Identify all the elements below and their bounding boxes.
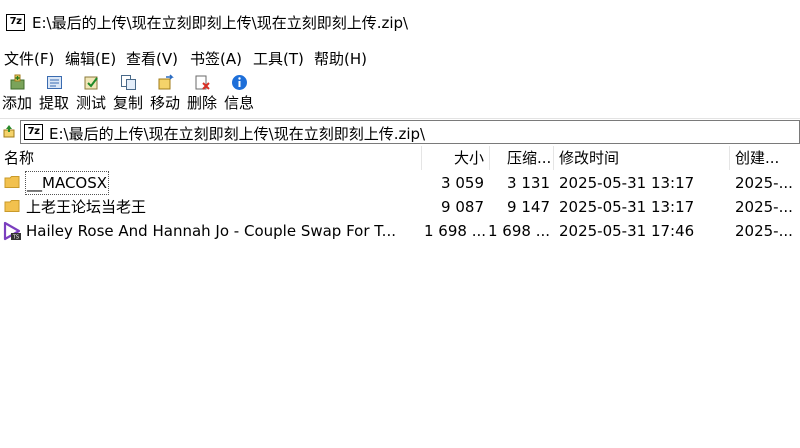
folder-icon [4,176,20,188]
list-header: 名称 大小 压缩... 修改时间 创建... [0,146,800,170]
row-size: 9 087 [441,198,484,216]
row-created: 2025-... [735,198,793,216]
menu-file[interactable]: 文件(F) [4,48,54,69]
file-list: 名称 大小 压缩... 修改时间 创建... __MACOSX 3 059 3 … [0,146,800,448]
copy-label: 复制 [112,94,143,112]
menu-view[interactable]: 查看(V) [126,48,178,69]
column-header-name[interactable]: 名称 [4,146,416,170]
window-title: E:\最后的上传\现在立刻即刻上传\现在立刻即刻上传.zip\ [32,14,409,32]
row-created: 2025-... [735,222,793,240]
row-packed: 3 131 [507,174,550,192]
svg-text:TS: TS [12,235,19,241]
row-modified: 2025-05-31 13:17 [559,198,695,216]
move-button[interactable]: 移动 [147,72,183,118]
column-header-packed[interactable]: 压缩... [507,146,555,170]
add-label: 添加 [1,94,32,112]
delete-icon [195,75,210,90]
add-button[interactable]: 添加 [0,72,34,118]
row-modified: 2025-05-31 13:17 [559,174,695,192]
column-divider[interactable] [553,146,554,170]
list-row[interactable]: 上老王论坛当老王 9 087 9 147 2025-05-31 13:17 20… [0,195,800,219]
copy-icon [121,75,136,90]
row-size: 1 698 ... [423,222,486,240]
list-row[interactable]: __MACOSX 3 059 3 131 2025-05-31 13:17 20… [0,171,800,195]
extract-button[interactable]: 提取 [36,72,72,118]
delete-label: 删除 [186,94,217,112]
extract-icon [47,76,62,89]
info-icon [232,75,247,90]
test-button[interactable]: 测试 [73,72,109,118]
row-modified: 2025-05-31 17:46 [559,222,695,240]
menu-bookmarks[interactable]: 书签(A) [190,48,242,69]
move-label: 移动 [149,94,180,112]
row-created: 2025-... [735,174,793,192]
video-file-icon: TS [3,221,21,241]
column-header-modified[interactable]: 修改时间 [559,146,719,170]
test-icon [84,76,98,90]
row-packed: 9 147 [507,198,550,216]
menu-help[interactable]: 帮助(H) [314,48,367,69]
address-path[interactable]: E:\最后的上传\现在立刻即刻上传\现在立刻即刻上传.zip\ [49,123,425,144]
menu-tools[interactable]: 工具(T) [253,48,304,69]
extract-label: 提取 [38,94,69,112]
row-size: 3 059 [441,174,484,192]
toolbar: 添加 提取 测试 复制 移动 删除 信息 [0,72,800,118]
up-folder-icon[interactable] [3,124,15,138]
row-packed: 1 698 ... [488,222,550,240]
copy-button[interactable]: 复制 [110,72,146,118]
title-bar: 7z E:\最后的上传\现在立刻即刻上传\现在立刻即刻上传.zip\ [0,0,800,44]
delete-button[interactable]: 删除 [184,72,220,118]
test-label: 测试 [75,94,106,112]
info-label: 信息 [223,94,254,112]
address-field[interactable]: 7z E:\最后的上传\现在立刻即刻上传\现在立刻即刻上传.zip\ [20,120,800,144]
folder-icon [4,200,20,212]
menu-bar: 文件(F) 编辑(E) 查看(V) 书签(A) 工具(T) 帮助(H) [0,44,800,72]
column-header-size[interactable]: 大小 [422,146,484,170]
column-divider[interactable] [489,146,490,170]
column-header-created[interactable]: 创建... [735,146,797,170]
row-name: __MACOSX [25,171,110,195]
add-icon [10,74,25,90]
move-icon [158,74,174,90]
list-row[interactable]: TS Hailey Rose And Hannah Jo - Couple Sw… [0,219,800,243]
info-button[interactable]: 信息 [221,72,257,118]
menu-edit[interactable]: 编辑(E) [65,48,116,69]
column-divider[interactable] [729,146,730,170]
row-name: 上老王论坛当老王 [26,198,147,216]
app-7z-icon: 7z [6,14,25,31]
archive-7z-icon: 7z [24,124,43,140]
row-name: Hailey Rose And Hannah Jo - Couple Swap … [26,222,396,240]
address-bar: 7z E:\最后的上传\现在立刻即刻上传\现在立刻即刻上传.zip\ [0,118,800,144]
